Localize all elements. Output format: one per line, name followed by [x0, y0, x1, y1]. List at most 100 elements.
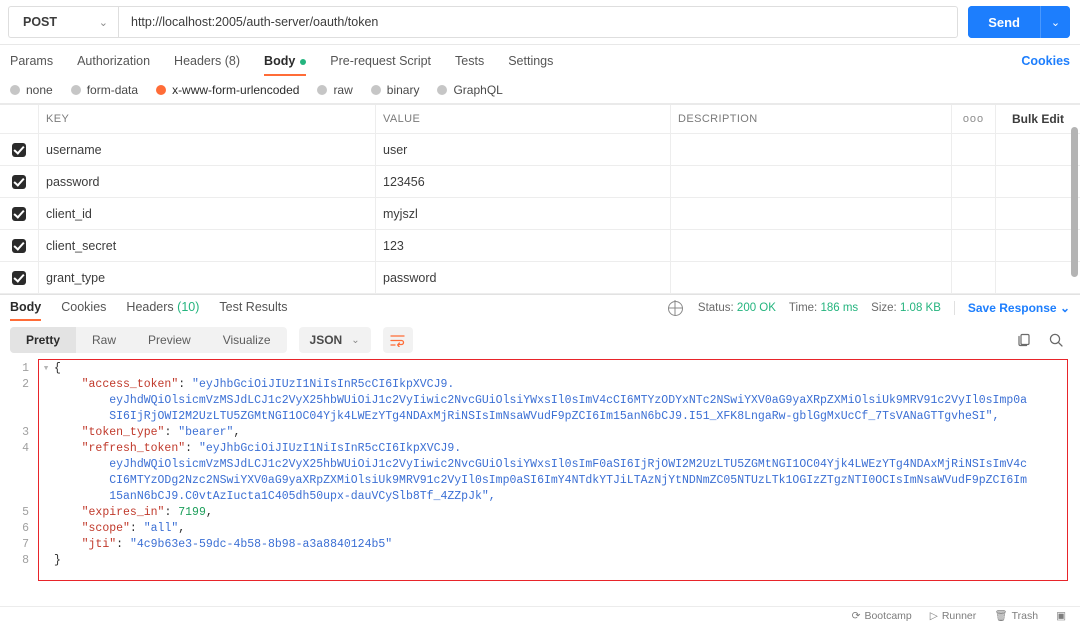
bottom-bar-item-runner[interactable]: ▷ Runner: [930, 610, 977, 622]
request-tab-authorization[interactable]: Authorization: [65, 54, 162, 76]
send-options-chevron-down-icon[interactable]: ⌄: [1040, 6, 1070, 38]
code-line: "access_token": "eyJhbGciOiJIUzI1NiIsInR…: [54, 377, 1080, 393]
send-button[interactable]: Send: [968, 6, 1040, 38]
body-type-radio-none[interactable]: none: [10, 83, 53, 97]
code-line: "expires_in": 7199,: [54, 505, 1080, 521]
row-description-cell[interactable]: [670, 198, 951, 229]
chevron-down-icon: ⌄: [1059, 301, 1070, 315]
code-fold-column: ▾: [38, 359, 54, 589]
row-key-cell[interactable]: grant_type: [38, 262, 375, 293]
row-checkbox-cell[interactable]: [0, 166, 38, 197]
code-fold-marker: [38, 473, 54, 489]
size-badge: Size: 1.08 KB: [871, 302, 941, 314]
row-description-cell[interactable]: [670, 134, 951, 165]
http-method-selector[interactable]: POST ⌄: [8, 6, 118, 38]
bottom-bar-item-bootcamp[interactable]: ⟳ Bootcamp: [852, 610, 912, 622]
code-fold-marker: [38, 425, 54, 441]
search-glyph: [1049, 333, 1063, 347]
search-icon[interactable]: [1048, 332, 1064, 348]
bottom-bar-item-trash[interactable]: 🗑 Trash: [994, 609, 1038, 623]
body-type-label: raw: [333, 82, 353, 97]
bottom-bar-item-layout[interactable]: ▣: [1056, 610, 1070, 622]
select-all-cell: [0, 105, 38, 133]
request-tab-headers-8[interactable]: Headers (8): [162, 54, 252, 76]
table-scrollbar[interactable]: [1071, 127, 1078, 277]
table-options-icon[interactable]: ooo: [951, 105, 995, 133]
code-fold-marker[interactable]: ▾: [38, 361, 54, 377]
request-tab-params[interactable]: Params: [10, 54, 65, 76]
body-type-radio-graphql[interactable]: GraphQL: [437, 83, 503, 97]
row-checkbox-checked-icon[interactable]: [12, 142, 26, 157]
body-type-label: form-data: [86, 82, 139, 97]
wrap-lines-icon[interactable]: [382, 327, 413, 353]
row-key-cell[interactable]: username: [38, 134, 375, 165]
row-description-cell[interactable]: [670, 262, 951, 293]
form-urlencoded-table: KEY VALUE DESCRIPTION ooo Bulk Edit user…: [0, 104, 1080, 294]
code-token: "eyJhbGciOiJIUzI1NiIsInR5cCI6IkpXVCJ9.: [198, 442, 462, 455]
view-mode-preview[interactable]: Preview: [132, 327, 207, 353]
chevron-down-icon: ⌄: [98, 16, 108, 29]
row-checkbox-checked-icon[interactable]: [12, 238, 26, 253]
chevron-down-icon: ⌄: [351, 334, 360, 346]
body-type-radio-form-data[interactable]: form-data: [70, 82, 139, 97]
response-meta: Status: 200 OK Time: 186 ms Size: 1.08 K…: [667, 300, 1070, 316]
code-token: }: [54, 554, 61, 567]
view-mode-visualize[interactable]: Visualize: [207, 327, 287, 353]
line-number: [0, 473, 29, 489]
row-description-cell[interactable]: [670, 166, 951, 197]
row-checkbox-cell[interactable]: [0, 262, 38, 293]
code-token: 15anN6bCJ9.C0vtAzIucta1C405dh50upx-dauVC…: [54, 490, 496, 503]
row-checkbox-cell[interactable]: [0, 198, 38, 229]
response-format-selector[interactable]: JSON ⌄: [298, 327, 371, 353]
code-line: {: [54, 361, 1080, 377]
code-token: SI6IjRjOWI2M2UzLTU5ZGMtNGI1OC04Yjk4LWEzY…: [54, 410, 1000, 423]
code-line: "scope": "all",: [54, 521, 1080, 537]
code-line: "token_type": "bearer",: [54, 425, 1080, 441]
request-tab-pre-request-script[interactable]: Pre-request Script: [318, 54, 443, 76]
view-mode-raw[interactable]: Raw: [76, 327, 132, 353]
row-key-cell[interactable]: client_id: [38, 198, 375, 229]
response-json-code[interactable]: { "access_token": "eyJhbGciOiJIUzI1NiIsI…: [54, 359, 1080, 589]
row-value-cell[interactable]: 123456: [375, 166, 670, 197]
save-response-button[interactable]: Save Response ⌄: [953, 301, 1070, 315]
row-value-cell[interactable]: user: [375, 134, 670, 165]
runner-icon: ▷: [929, 609, 938, 622]
row-value-cell[interactable]: 123: [375, 230, 670, 261]
row-value-cell[interactable]: password: [375, 262, 670, 293]
row-checkbox-checked-icon[interactable]: [12, 270, 26, 285]
response-body-code-viewer[interactable]: 1 2 3 4 5 6 7 8 ▾ { "access_token": "eyJhbGciOi…: [0, 359, 1080, 589]
code-token: ,: [178, 522, 186, 535]
send-button-group: Send ⌄: [968, 6, 1070, 38]
request-tab-tests[interactable]: Tests: [443, 54, 496, 76]
request-tab-settings[interactable]: Settings: [496, 54, 565, 76]
row-description-cell[interactable]: [670, 230, 951, 261]
body-type-radio-raw[interactable]: raw: [317, 82, 353, 97]
code-fold-marker: [38, 537, 54, 553]
body-type-radio-x-www-form-urlencoded[interactable]: x-www-form-urlencoded: [156, 83, 299, 97]
code-fold-marker[interactable]: [38, 553, 54, 569]
response-tab-cookies[interactable]: Cookies: [51, 300, 116, 321]
code-token: "access_token": [81, 378, 179, 391]
row-checkbox-checked-icon[interactable]: [12, 206, 26, 221]
response-tab-test-results[interactable]: Test Results: [209, 300, 297, 321]
response-tab-label: Headers: [126, 300, 174, 314]
row-checkbox-cell[interactable]: [0, 134, 38, 165]
code-token: eyJhdWQiOlsicmVzMSJdLCJ1c2VyX25hbWUiOiJ1…: [54, 458, 1028, 471]
bulk-edit-button[interactable]: Bulk Edit: [995, 105, 1080, 133]
cookies-link[interactable]: Cookies: [1021, 54, 1070, 76]
request-url-input[interactable]: [118, 6, 959, 38]
view-mode-segmented-control: Pretty Raw Preview Visualize: [10, 327, 287, 353]
row-value-cell[interactable]: myjszl: [375, 198, 670, 229]
copy-icon[interactable]: [1016, 332, 1032, 348]
response-tab-body[interactable]: Body: [10, 300, 51, 321]
body-type-radio-binary[interactable]: binary: [370, 83, 419, 97]
row-key-cell[interactable]: client_secret: [38, 230, 375, 261]
code-token: "eyJhbGciOiJIUzI1NiIsInR5cCI6IkpXVCJ9.: [192, 378, 455, 391]
response-tab-headers-10[interactable]: Headers (10): [116, 300, 209, 321]
row-checkbox-checked-icon[interactable]: [12, 174, 26, 189]
request-tab-body[interactable]: Body: [252, 54, 318, 76]
view-mode-pretty[interactable]: Pretty: [10, 327, 77, 353]
row-key-cell[interactable]: password: [38, 166, 375, 197]
row-checkbox-cell[interactable]: [0, 230, 38, 261]
